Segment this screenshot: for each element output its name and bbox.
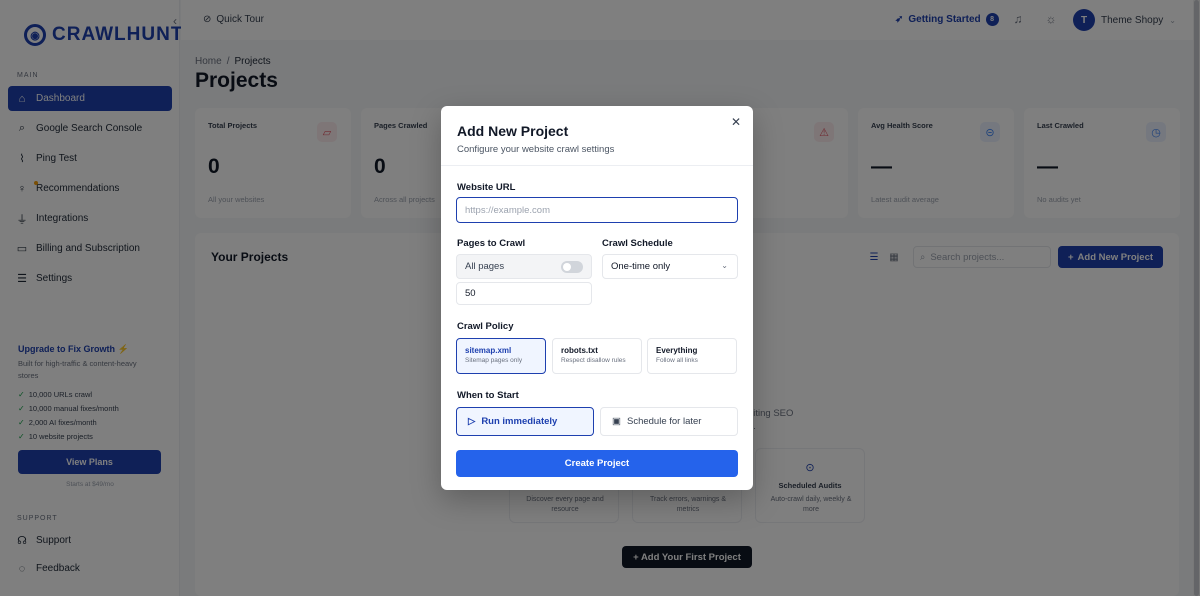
run-immediately-button[interactable]: ▷ Run immediately [456, 407, 594, 436]
crawl-policy-label: Crawl Policy [457, 321, 514, 332]
policy-title: sitemap.xml [465, 346, 512, 355]
website-url-label: Website URL [457, 182, 516, 193]
policy-desc: Respect disallow rules [561, 357, 626, 364]
add-project-modal: ✕ Add New Project Configure your website… [441, 106, 753, 490]
policy-sitemap[interactable]: sitemap.xml Sitemap pages only [456, 338, 546, 374]
crawl-schedule-value: One-time only [611, 261, 671, 272]
policy-title: robots.txt [561, 346, 598, 355]
schedule-later-button[interactable]: ▣ Schedule for later [600, 407, 738, 436]
policy-everything[interactable]: Everything Follow all links [647, 338, 737, 374]
all-pages-toggle[interactable] [561, 261, 583, 273]
policy-desc: Follow all links [656, 357, 698, 364]
play-icon: ▷ [468, 416, 476, 427]
modal-divider [441, 165, 753, 166]
crawl-schedule-label: Crawl Schedule [602, 238, 673, 249]
calendar-icon: ▣ [612, 416, 621, 427]
policy-robots[interactable]: robots.txt Respect disallow rules [552, 338, 642, 374]
close-icon[interactable]: ✕ [729, 115, 743, 129]
when-to-start-label: When to Start [457, 390, 519, 401]
website-url-input[interactable] [456, 197, 738, 223]
policy-desc: Sitemap pages only [465, 357, 523, 364]
policy-title: Everything [656, 346, 698, 355]
modal-subtitle: Configure your website crawl settings [457, 144, 615, 155]
pages-count-input[interactable] [456, 282, 592, 305]
create-project-button[interactable]: Create Project [456, 450, 738, 477]
all-pages-toggle-row[interactable]: All pages [456, 254, 592, 279]
all-pages-label: All pages [465, 261, 505, 272]
crawl-schedule-select[interactable]: One-time only ⌄ [602, 254, 738, 279]
chevron-down-icon: ⌄ [721, 261, 728, 270]
modal-title: Add New Project [457, 123, 569, 139]
pages-to-crawl-label: Pages to Crawl [457, 238, 526, 249]
